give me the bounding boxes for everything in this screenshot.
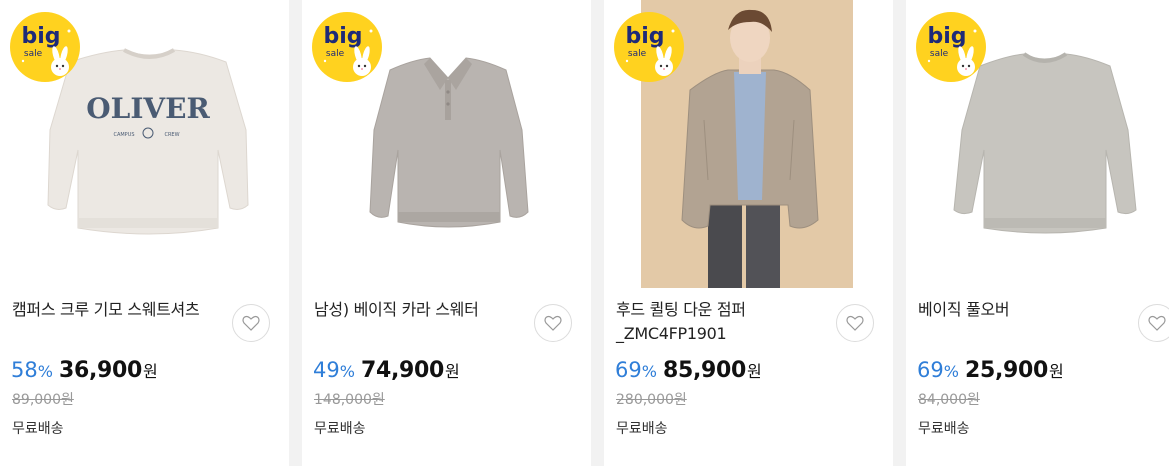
sale-price: 74,900 [360,358,445,383]
discount-rate: 49 [313,358,340,382]
shipping-label: 무료배송 [12,421,64,437]
sale-price: 25,900 [964,358,1049,383]
discount-rate: 58 [11,358,38,382]
product-card[interactable]: big sale 베이직 풀오버 69% 25,900원 84,000원 무료배송 [906,0,1169,466]
svg-text:big: big [625,24,664,49]
product-title[interactable]: 남성) 베이직 카라 스웨터 [314,298,524,322]
shipping-label: 무료배송 [918,421,970,437]
wishlist-button[interactable] [836,304,874,342]
currency: 원 [143,362,158,381]
currency: 원 [1049,362,1064,381]
big-sale-badge: big sale [916,12,986,82]
original-price: 89,000원 [12,392,74,408]
wishlist-button[interactable] [232,304,270,342]
product-card[interactable]: OLIVER CAMPUS CREW big sale 캠퍼스 크루 기모 스웨… [0,0,289,466]
original-price: 148,000원 [314,392,385,408]
shipping-label: 무료배송 [616,421,668,437]
discount-sign: % [339,362,355,381]
discount-sign: % [37,362,53,381]
discount-sign: % [641,362,657,381]
price-row: 69% 25,900원 [917,358,1064,383]
product-image[interactable]: OLIVER CAMPUS CREW big sale [0,0,289,288]
product-card[interactable]: big sale 후드 퀼팅 다운 점퍼 _ZMC4FP1901 69% 85,9… [604,0,893,466]
heart-icon [544,315,562,331]
wishlist-button[interactable] [1138,304,1169,342]
svg-text:big: big [927,24,966,49]
price-row: 58% 36,900원 [11,358,158,383]
product-image[interactable]: big sale [302,0,591,288]
original-price: 280,000원 [616,392,687,408]
heart-icon [1148,315,1166,331]
price-row: 69% 85,900원 [615,358,762,383]
svg-text:sale: sale [628,49,647,59]
product-title[interactable]: 캠퍼스 크루 기모 스웨트셔츠 [12,298,222,322]
svg-text:CAMPUS: CAMPUS [113,132,134,138]
svg-text:big: big [21,24,60,49]
product-image[interactable]: big sale [906,0,1169,288]
wishlist-button[interactable] [534,304,572,342]
heart-icon [242,315,260,331]
svg-text:OLIVER: OLIVER [86,92,210,125]
currency: 원 [747,362,762,381]
original-price: 84,000원 [918,392,980,408]
heart-icon [846,315,864,331]
discount-rate: 69 [615,358,642,382]
product-title[interactable]: 베이직 풀오버 [918,298,1128,322]
product-card[interactable]: big sale 남성) 베이직 카라 스웨터 49% 74,900원 148,0… [302,0,591,466]
discount-rate: 69 [917,358,944,382]
sale-price: 36,900 [58,358,143,383]
big-sale-badge: big sale [312,12,382,82]
product-title[interactable]: 후드 퀼팅 다운 점퍼 _ZMC4FP1901 [616,298,826,346]
currency: 원 [445,362,460,381]
svg-text:big: big [323,24,362,49]
product-image[interactable]: big sale [604,0,893,288]
price-row: 49% 74,900원 [313,358,460,383]
big-sale-badge: big sale [10,12,80,82]
svg-text:sale: sale [930,49,949,59]
svg-text:sale: sale [24,49,43,59]
svg-text:sale: sale [326,49,345,59]
sale-price: 85,900 [662,358,747,383]
svg-text:CREW: CREW [164,132,179,138]
big-sale-badge: big sale [614,12,684,82]
discount-sign: % [943,362,959,381]
shipping-label: 무료배송 [314,421,366,437]
